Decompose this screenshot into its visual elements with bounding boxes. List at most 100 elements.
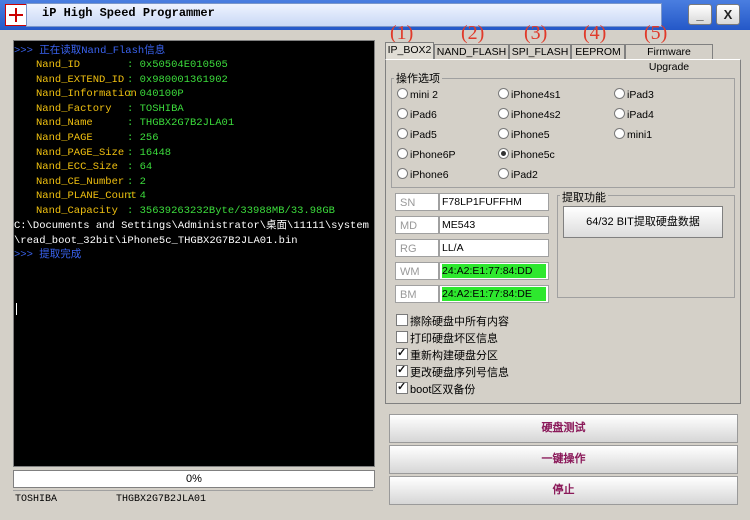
checkbox-icon[interactable]	[396, 346, 408, 360]
radio-circle-icon[interactable]	[397, 108, 408, 119]
tab-spi-flash[interactable]: SPI_FLASH	[509, 44, 571, 59]
console-field-value: : 64	[127, 161, 153, 174]
checkbox-label: boot区双备份	[410, 384, 476, 396]
checkbox-icon[interactable]	[396, 314, 408, 326]
console-field-value: : 0x980001361902	[127, 73, 228, 86]
checkbox-icon[interactable]	[396, 380, 408, 394]
console-path-1: C:\Documents and Settings\Administrator\…	[14, 220, 369, 232]
radio-circle-icon[interactable]	[614, 128, 625, 139]
app-icon[interactable]	[5, 4, 27, 26]
checkbox-icon[interactable]	[396, 331, 408, 343]
radio-circle-icon[interactable]	[498, 148, 509, 159]
field-label-md: MD	[395, 216, 439, 234]
radio-label: iPhone6	[410, 169, 449, 181]
field-input-rg[interactable]: LL/A	[439, 239, 549, 257]
progress-text: 0%	[186, 473, 202, 485]
console-field-label: Nand_PLANE_Count	[36, 190, 137, 203]
console-field-label: Nand_Name	[36, 117, 93, 130]
stop-button[interactable]: 停止	[389, 476, 738, 505]
window-title: iP High Speed Programmer	[42, 6, 215, 20]
tab-number-5: (5)	[644, 22, 668, 44]
options-group-label: 操作选项	[394, 70, 442, 86]
status-name: THGBX2G7B2JLA01	[116, 494, 207, 505]
checkbox-option[interactable]: 更改硬盘序列号信息	[396, 363, 509, 380]
checkbox-option[interactable]: 重新构建硬盘分区	[396, 346, 498, 363]
tab-number-2: (2)	[461, 22, 485, 44]
checkbox-label: 打印硬盘坏区信息	[410, 333, 498, 345]
field-input-sn[interactable]: F78LP1FUFFHM	[439, 193, 549, 211]
close-button[interactable]: X	[716, 4, 740, 25]
status-bar: TOSHIBA THGBX2G7B2JLA01	[13, 490, 373, 509]
field-input-bm[interactable]: 24:A2:E1:77:84:DE	[439, 285, 549, 303]
radio-circle-icon[interactable]	[397, 128, 408, 139]
radio-ipad5[interactable]: iPad5	[397, 128, 437, 141]
checkbox-label: 重新构建硬盘分区	[410, 350, 498, 362]
tab-number-4: (4)	[583, 22, 607, 44]
console-field-label: Nand_PAGE	[36, 132, 93, 144]
tab-nand-flash[interactable]: NAND_FLASH	[434, 44, 509, 59]
radio-circle-icon[interactable]	[614, 108, 625, 119]
radio-iphone6p[interactable]: iPhone6P	[397, 148, 456, 161]
tab-firmware-upgrade[interactable]: Firmware Upgrade	[625, 44, 713, 73]
radio-label: iPad2	[511, 169, 538, 181]
progress-bar: 0%	[13, 470, 375, 488]
one-key-operation-button[interactable]: 一键操作	[389, 445, 738, 474]
radio-label: iPad3	[627, 89, 654, 101]
minimize-button[interactable]: _	[688, 4, 712, 25]
field-value: 24:A2:E1:77:84:DE	[442, 287, 546, 301]
console-field-value: : 2	[127, 175, 146, 188]
radio-label: mini 2	[410, 89, 439, 101]
tab-number-3: (3)	[524, 22, 548, 44]
console-path-2: \read_boot_32bit\iPhone5c_THGBX2G7B2JLA0…	[14, 235, 298, 247]
console-field-label: Nand_Factory	[36, 102, 112, 115]
console-field-value: : 35639263232Byte/33988MB/33.98GB	[127, 205, 335, 217]
console-field-label: Nand_Capacity	[36, 205, 118, 217]
checkbox-option[interactable]: 擦除硬盘中所有内容	[396, 313, 509, 329]
console-field-value: : TOSHIBA	[127, 102, 184, 115]
checkbox-label: 擦除硬盘中所有内容	[410, 316, 509, 328]
field-input-md[interactable]: ME543	[439, 216, 549, 234]
radio-circle-icon[interactable]	[397, 148, 408, 159]
radio-ipad4[interactable]: iPad4	[614, 108, 654, 121]
radio-iphone5c[interactable]: iPhone5c	[498, 148, 555, 161]
radio-circle-icon[interactable]	[498, 128, 509, 139]
radio-label: iPhone5c	[511, 149, 555, 161]
field-label-bm: BM	[395, 285, 439, 303]
extract-disk-data-button[interactable]: 64/32 BIT提取硬盘数据	[563, 206, 723, 238]
radio-circle-icon[interactable]	[498, 168, 509, 179]
console-field-label: Nand_PAGE_Size	[36, 146, 125, 159]
tab-eeprom[interactable]: EEPROM	[571, 44, 625, 59]
console-output: >>> 正在读取Nand_Flash信息 Nand_ID: 0x50504E01…	[13, 40, 375, 467]
radio-circle-icon[interactable]	[614, 88, 625, 99]
radio-mini1[interactable]: mini1	[614, 128, 652, 141]
field-input-wm[interactable]: 24:A2:E1:77:84:DD	[439, 262, 549, 280]
radio-label: iPhone6P	[410, 149, 456, 161]
radio-label: iPad4	[627, 109, 654, 121]
radio-iphone4s1[interactable]: iPhone4s1	[498, 88, 561, 101]
checkbox-option[interactable]: 打印硬盘坏区信息	[396, 330, 498, 346]
tab-ip-box2[interactable]: IP_BOX2	[385, 42, 434, 59]
radio-label: iPad6	[410, 109, 437, 121]
radio-mini2[interactable]: mini 2	[397, 88, 438, 101]
radio-iphone6[interactable]: iPhone6	[397, 168, 449, 181]
disk-test-button[interactable]: 硬盘测试	[389, 414, 738, 443]
radio-iphone5[interactable]: iPhone5	[498, 128, 550, 141]
radio-circle-icon[interactable]	[397, 168, 408, 179]
console-field-value: : THGBX2G7B2JLA01	[127, 117, 235, 130]
radio-circle-icon[interactable]	[397, 88, 408, 99]
status-factory: TOSHIBA	[15, 494, 58, 505]
checkbox-icon[interactable]	[396, 363, 408, 377]
console-field-label: Nand_Information	[36, 88, 137, 101]
radio-ipad6[interactable]: iPad6	[397, 108, 437, 121]
radio-iphone4s2[interactable]: iPhone4s2	[498, 108, 561, 121]
checkbox-label: 更改硬盘序列号信息	[410, 367, 509, 379]
radio-circle-icon[interactable]	[498, 88, 509, 99]
extract-group-label: 提取功能	[560, 189, 608, 205]
radio-ipad2[interactable]: iPad2	[498, 168, 538, 181]
console-field-value: : 16448	[127, 146, 172, 159]
radio-circle-icon[interactable]	[498, 108, 509, 119]
console-field-value: : 256	[127, 132, 159, 144]
radio-ipad3[interactable]: iPad3	[614, 88, 654, 101]
checkbox-option[interactable]: boot区双备份	[396, 380, 476, 397]
radio-label: iPad5	[410, 129, 437, 141]
